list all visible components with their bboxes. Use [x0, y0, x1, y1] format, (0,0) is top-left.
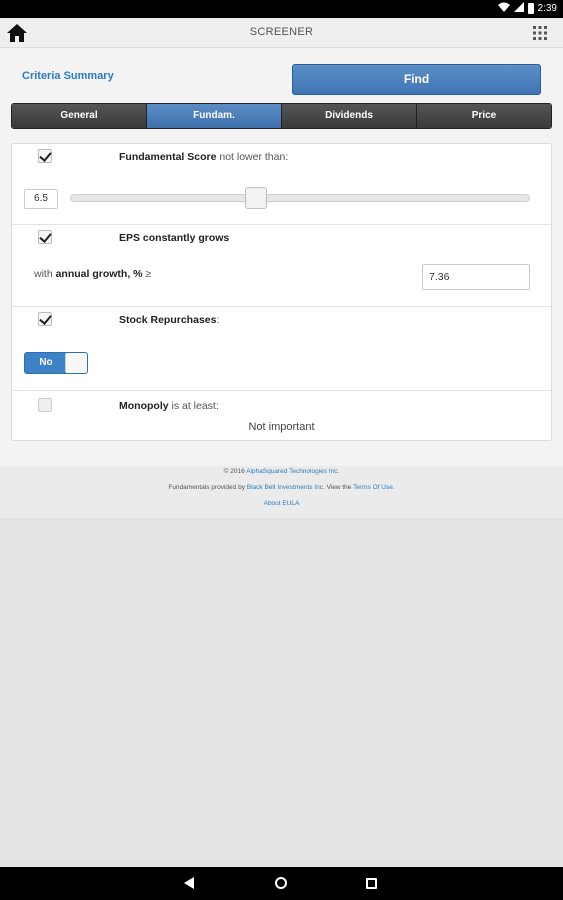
apps-menu-button[interactable] — [533, 26, 547, 40]
grid-icon — [533, 26, 547, 40]
status-time: 2:39 — [537, 3, 557, 14]
status-icons: 2:39 — [497, 2, 557, 15]
copyright-line: © 2016 AlphaSquared Technologies Inc. — [223, 468, 340, 475]
tab-general[interactable]: General — [12, 104, 147, 128]
fundamentals-panel: Fundamental Score not lower than: 6.5 EP… — [11, 143, 552, 441]
monopoly-value[interactable]: Not important — [12, 421, 551, 433]
divider — [12, 306, 551, 307]
signal-icon — [513, 2, 524, 15]
wifi-icon — [497, 2, 510, 15]
monopoly-checkbox[interactable] — [38, 398, 52, 412]
back-icon[interactable] — [184, 877, 194, 889]
fundamental-score-slider-handle[interactable] — [245, 187, 268, 209]
fundamental-score-value[interactable]: 6.5 — [24, 189, 58, 209]
find-button[interactable]: Find — [292, 64, 541, 95]
eps-grows-checkbox[interactable] — [38, 230, 52, 244]
home-circle-icon[interactable] — [275, 877, 287, 889]
terms-link[interactable]: Terms Of Use. — [353, 484, 395, 491]
battery-icon — [527, 3, 534, 14]
provider-line: Fundamentals provided by Black Belt Inve… — [168, 484, 395, 491]
app-title: SCREENER — [249, 26, 314, 38]
fundamental-score-slider[interactable] — [70, 194, 530, 202]
status-bar: 2:39 — [0, 0, 563, 18]
system-nav-bar — [0, 867, 563, 900]
stock-repurchases-label: Stock Repurchases: — [119, 314, 220, 326]
monopoly-label: Monopoly is at least: — [119, 400, 219, 412]
tab-dividends[interactable]: Dividends — [282, 104, 417, 128]
eps-grows-label: EPS constantly grows — [119, 232, 230, 244]
tab-fundamentals[interactable]: Fundam. — [147, 104, 282, 128]
divider — [12, 224, 551, 225]
stock-repurchases-toggle[interactable]: No — [24, 352, 88, 374]
annual-growth-input[interactable]: 7.36 — [422, 264, 530, 290]
fundamental-score-checkbox[interactable] — [38, 149, 52, 163]
about-line: About EULA — [0, 500, 563, 507]
provider-link[interactable]: Black Belt Investments Inc. — [247, 484, 325, 491]
divider — [12, 390, 551, 391]
app-bar: SCREENER — [0, 18, 563, 48]
criteria-tabs: General Fundam. Dividends Price — [11, 103, 552, 129]
about-eula-link[interactable]: About EULA — [264, 500, 300, 507]
toggle-label: No — [39, 357, 53, 368]
toggle-knob — [65, 353, 87, 373]
fundamental-score-label: Fundamental Score not lower than: — [119, 151, 289, 163]
annual-growth-label: with annual growth, % ≥ — [34, 268, 152, 280]
company-link[interactable]: AlphaSquared Technologies Inc. — [246, 468, 339, 475]
empty-area — [0, 518, 563, 867]
criteria-summary-link[interactable]: Criteria Summary — [22, 70, 114, 82]
tab-price[interactable]: Price — [417, 104, 551, 128]
stock-repurchases-checkbox[interactable] — [38, 312, 52, 326]
footer: © 2016 AlphaSquared Technologies Inc. Fu… — [0, 466, 563, 518]
screener-content: Criteria Summary Find General Fundam. Di… — [0, 48, 563, 466]
recents-icon[interactable] — [366, 878, 377, 889]
